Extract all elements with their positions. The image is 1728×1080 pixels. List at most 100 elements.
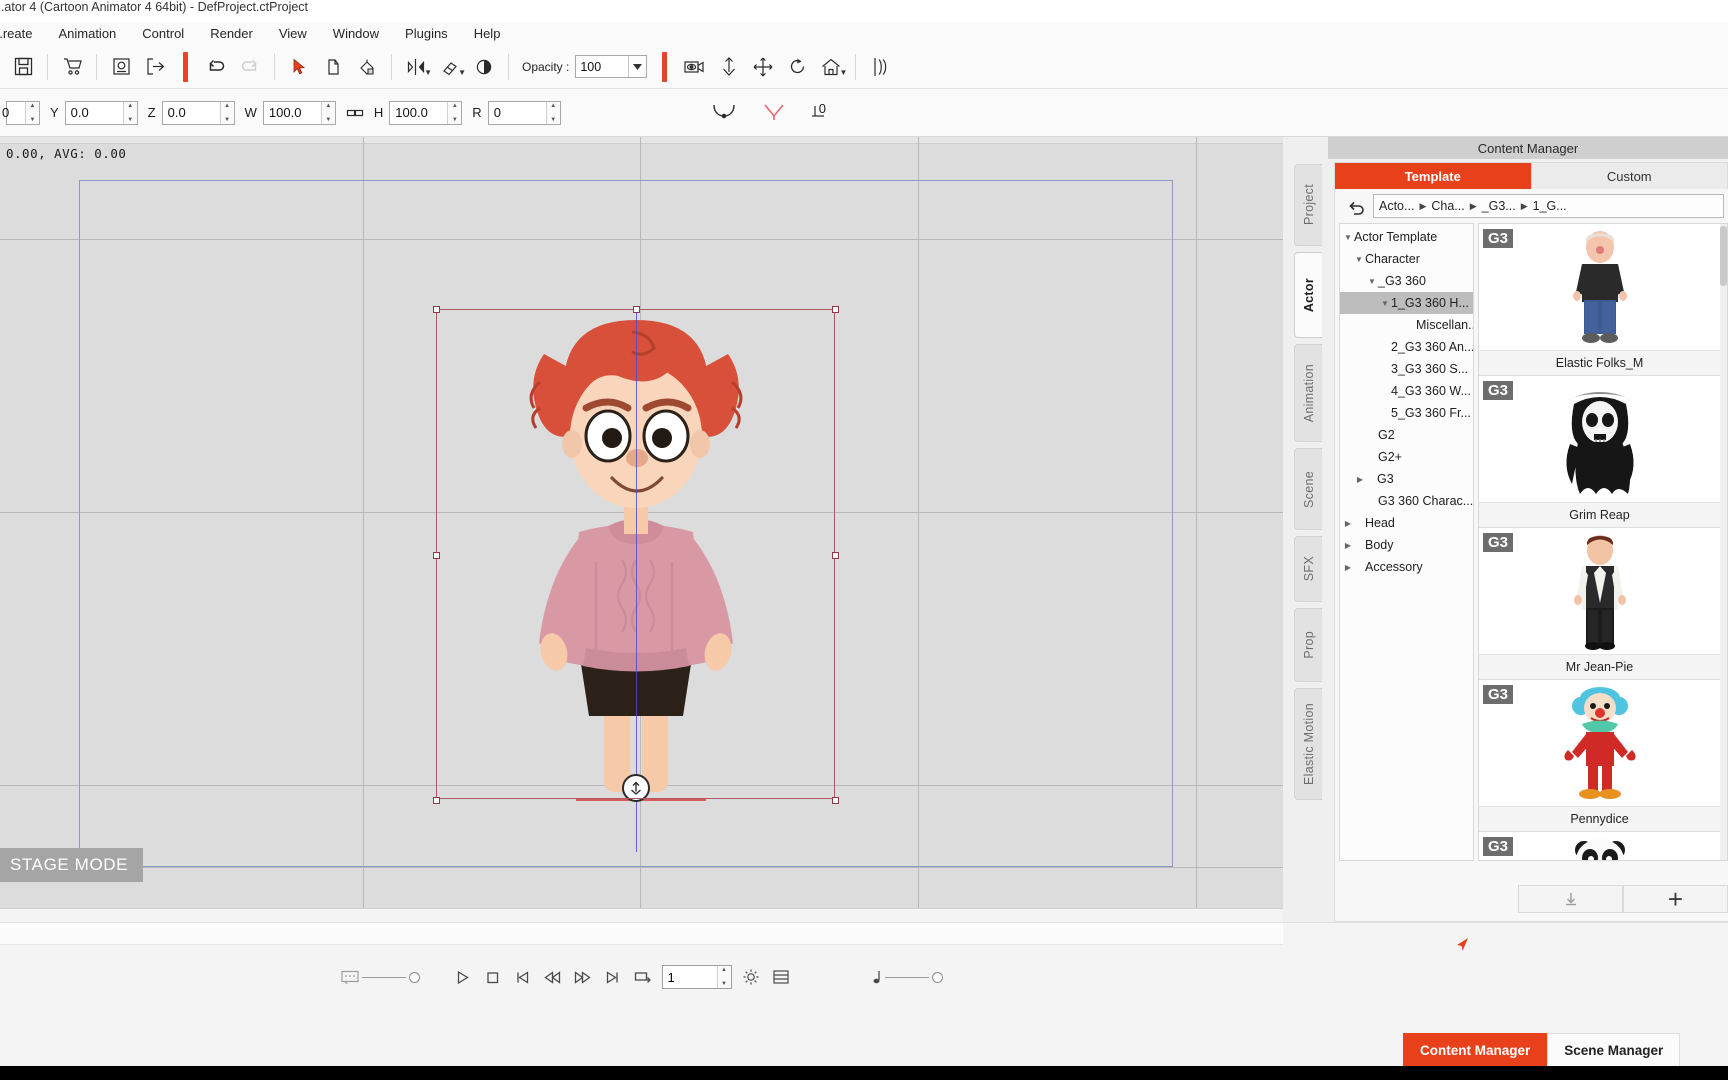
resize-handle-bl[interactable] bbox=[433, 797, 440, 804]
w-spinner[interactable]: ▲▼ bbox=[262, 100, 336, 125]
tree-node[interactable]: ▼ _G3 360 bbox=[1340, 270, 1473, 292]
scrollbar-thumb[interactable] bbox=[1720, 226, 1727, 286]
chevron-down-icon[interactable]: ▼ bbox=[1379, 299, 1391, 308]
content-item[interactable]: G3 bbox=[1479, 832, 1720, 860]
play-button[interactable] bbox=[448, 962, 478, 992]
home-view-button[interactable]: ▼ bbox=[814, 50, 848, 84]
tree-node[interactable]: ▼ Actor Template bbox=[1340, 226, 1473, 248]
tab-scene-manager[interactable]: Scene Manager bbox=[1547, 1033, 1681, 1067]
chevron-right-icon[interactable]: ▶ bbox=[1342, 541, 1354, 550]
rotate-tool-button[interactable] bbox=[780, 50, 814, 84]
stage-character[interactable] bbox=[433, 306, 839, 852]
tree-node[interactable]: ▶ 5_G3 360 Fr... bbox=[1340, 402, 1473, 424]
back-button[interactable] bbox=[1339, 193, 1373, 219]
tree-node[interactable]: ▶ G2+ bbox=[1340, 446, 1473, 468]
z-input[interactable] bbox=[162, 101, 220, 124]
flip-horizontal-button[interactable]: ▼ bbox=[399, 50, 433, 84]
opacity-spinner[interactable] bbox=[575, 55, 648, 78]
eraser-tool-button[interactable]: ▼ bbox=[433, 50, 467, 84]
slider-knob[interactable] bbox=[931, 971, 943, 983]
slider-knob[interactable] bbox=[408, 971, 420, 983]
dock-tab-scene[interactable]: Scene bbox=[1294, 448, 1322, 530]
resize-handle-tc[interactable] bbox=[633, 306, 640, 313]
dock-tab-elastic-motion[interactable]: Elastic Motion bbox=[1294, 688, 1322, 800]
chevron-down-icon[interactable]: ▼ bbox=[1353, 255, 1365, 264]
move-tool-button[interactable] bbox=[746, 50, 780, 84]
next-frame-button[interactable] bbox=[568, 962, 598, 992]
selection-bounding-box[interactable] bbox=[433, 306, 839, 804]
breadcrumb-item-2[interactable]: _G3... bbox=[1482, 199, 1516, 213]
timeline-strip[interactable] bbox=[0, 923, 1283, 945]
audio-volume-slider[interactable] bbox=[870, 969, 943, 986]
last-frame-button[interactable] bbox=[598, 962, 628, 992]
dock-tab-prop[interactable]: Prop bbox=[1294, 608, 1322, 682]
tree-node[interactable]: ▶ G2 bbox=[1340, 424, 1473, 446]
w-stepper[interactable]: ▲ ▼ bbox=[320, 101, 335, 124]
resize-handle-tr[interactable] bbox=[832, 306, 839, 313]
download-button[interactable] bbox=[1518, 885, 1623, 913]
loop-button[interactable] bbox=[628, 962, 658, 992]
first-frame-button[interactable] bbox=[508, 962, 538, 992]
tree-node[interactable]: ▶ Miscellan... bbox=[1340, 314, 1473, 336]
dock-tab-actor[interactable]: Actor bbox=[1294, 252, 1322, 338]
tree-node[interactable]: ▶ Accessory bbox=[1340, 556, 1473, 578]
subtitle-opacity-slider[interactable] bbox=[340, 970, 420, 985]
visibility-toggle-button[interactable] bbox=[467, 50, 501, 84]
import-button[interactable] bbox=[104, 50, 138, 84]
category-tree[interactable]: ▼ Actor Template ▼ Character ▼ _G3 360 ▼… bbox=[1339, 223, 1474, 861]
transform-tool-button[interactable] bbox=[316, 50, 350, 84]
chevron-down-icon[interactable]: ▼ bbox=[1366, 277, 1378, 286]
marketplace-cart-button[interactable] bbox=[55, 50, 89, 84]
tab-custom[interactable]: Custom bbox=[1531, 163, 1728, 189]
chevron-right-icon[interactable]: ▶ bbox=[1342, 563, 1354, 572]
anchor-tool-button[interactable] bbox=[712, 50, 746, 84]
tab-content-manager[interactable]: Content Manager bbox=[1403, 1033, 1548, 1067]
tree-node[interactable]: ▶ Head bbox=[1340, 512, 1473, 534]
breadcrumb-item-0[interactable]: Acto... bbox=[1379, 199, 1414, 213]
y-stepper[interactable]: ▲ ▼ bbox=[122, 101, 137, 124]
content-grid-scrollbar[interactable] bbox=[1720, 224, 1727, 860]
timeline-toggle-button[interactable] bbox=[766, 962, 796, 992]
tree-node[interactable]: ▶ G3 bbox=[1340, 468, 1473, 490]
chevron-right-icon[interactable]: ▶ bbox=[1342, 519, 1354, 528]
tree-node[interactable]: ▶ Body bbox=[1340, 534, 1473, 556]
prev-frame-button[interactable] bbox=[538, 962, 568, 992]
preview-camera-button[interactable] bbox=[678, 50, 712, 84]
breadcrumb[interactable]: Acto... ▶ Cha... ▶ _G3... ▶ 1_G... bbox=[1373, 194, 1724, 218]
z-spinner[interactable]: ▲▼ bbox=[161, 100, 235, 125]
export-button[interactable] bbox=[138, 50, 172, 84]
breadcrumb-item-3[interactable]: 1_G... bbox=[1533, 199, 1567, 213]
select-tool-button[interactable] bbox=[282, 50, 316, 84]
y-input[interactable] bbox=[65, 101, 123, 124]
w-input[interactable] bbox=[263, 101, 321, 124]
menu-item-window[interactable]: Window bbox=[320, 23, 392, 44]
x-stepper[interactable]: ▲ ▼ bbox=[25, 101, 39, 124]
content-item[interactable]: G3 bbox=[1479, 680, 1720, 832]
link-aspect-toggle[interactable] bbox=[346, 106, 364, 120]
slider-track[interactable] bbox=[361, 976, 406, 978]
menu-item-plugins[interactable]: Plugins bbox=[392, 23, 461, 44]
menu-item-render[interactable]: Render bbox=[197, 23, 266, 44]
dock-tab-animation[interactable]: Animation bbox=[1294, 344, 1322, 442]
resize-handle-tl[interactable] bbox=[433, 306, 440, 313]
tree-node[interactable]: ▶ 4_G3 360 W... bbox=[1340, 380, 1473, 402]
content-item-thumbnail[interactable]: G3 bbox=[1479, 528, 1720, 654]
menu-item-animation[interactable]: Animation bbox=[45, 23, 129, 44]
r-stepper[interactable]: ▲ ▼ bbox=[545, 101, 560, 124]
opacity-dropdown-arrow[interactable] bbox=[628, 56, 647, 77]
add-button[interactable]: + bbox=[1623, 885, 1728, 913]
content-item-thumbnail[interactable]: G3 bbox=[1479, 224, 1720, 350]
current-frame-field[interactable]: ▲▼ bbox=[661, 965, 732, 989]
content-item-thumbnail[interactable]: G3 bbox=[1479, 680, 1720, 806]
chevron-right-icon[interactable]: ▶ bbox=[1354, 475, 1366, 484]
content-item-thumbnail[interactable]: G3 bbox=[1479, 376, 1720, 502]
undo-button[interactable] bbox=[199, 50, 233, 84]
sharp-curve-button[interactable] bbox=[761, 101, 787, 124]
resize-handle-ml[interactable] bbox=[433, 552, 440, 559]
tab-template[interactable]: Template bbox=[1335, 163, 1532, 189]
x-spinner[interactable]: ▲▼ bbox=[0, 100, 40, 125]
onion-skin-button[interactable] bbox=[863, 50, 897, 84]
content-grid[interactable]: G3 Elastic Folks_M G3 Grim Reap G3 Mr Je… bbox=[1478, 223, 1728, 861]
frame-input[interactable] bbox=[662, 966, 717, 988]
tree-node[interactable]: ▶ 3_G3 360 S... bbox=[1340, 358, 1473, 380]
